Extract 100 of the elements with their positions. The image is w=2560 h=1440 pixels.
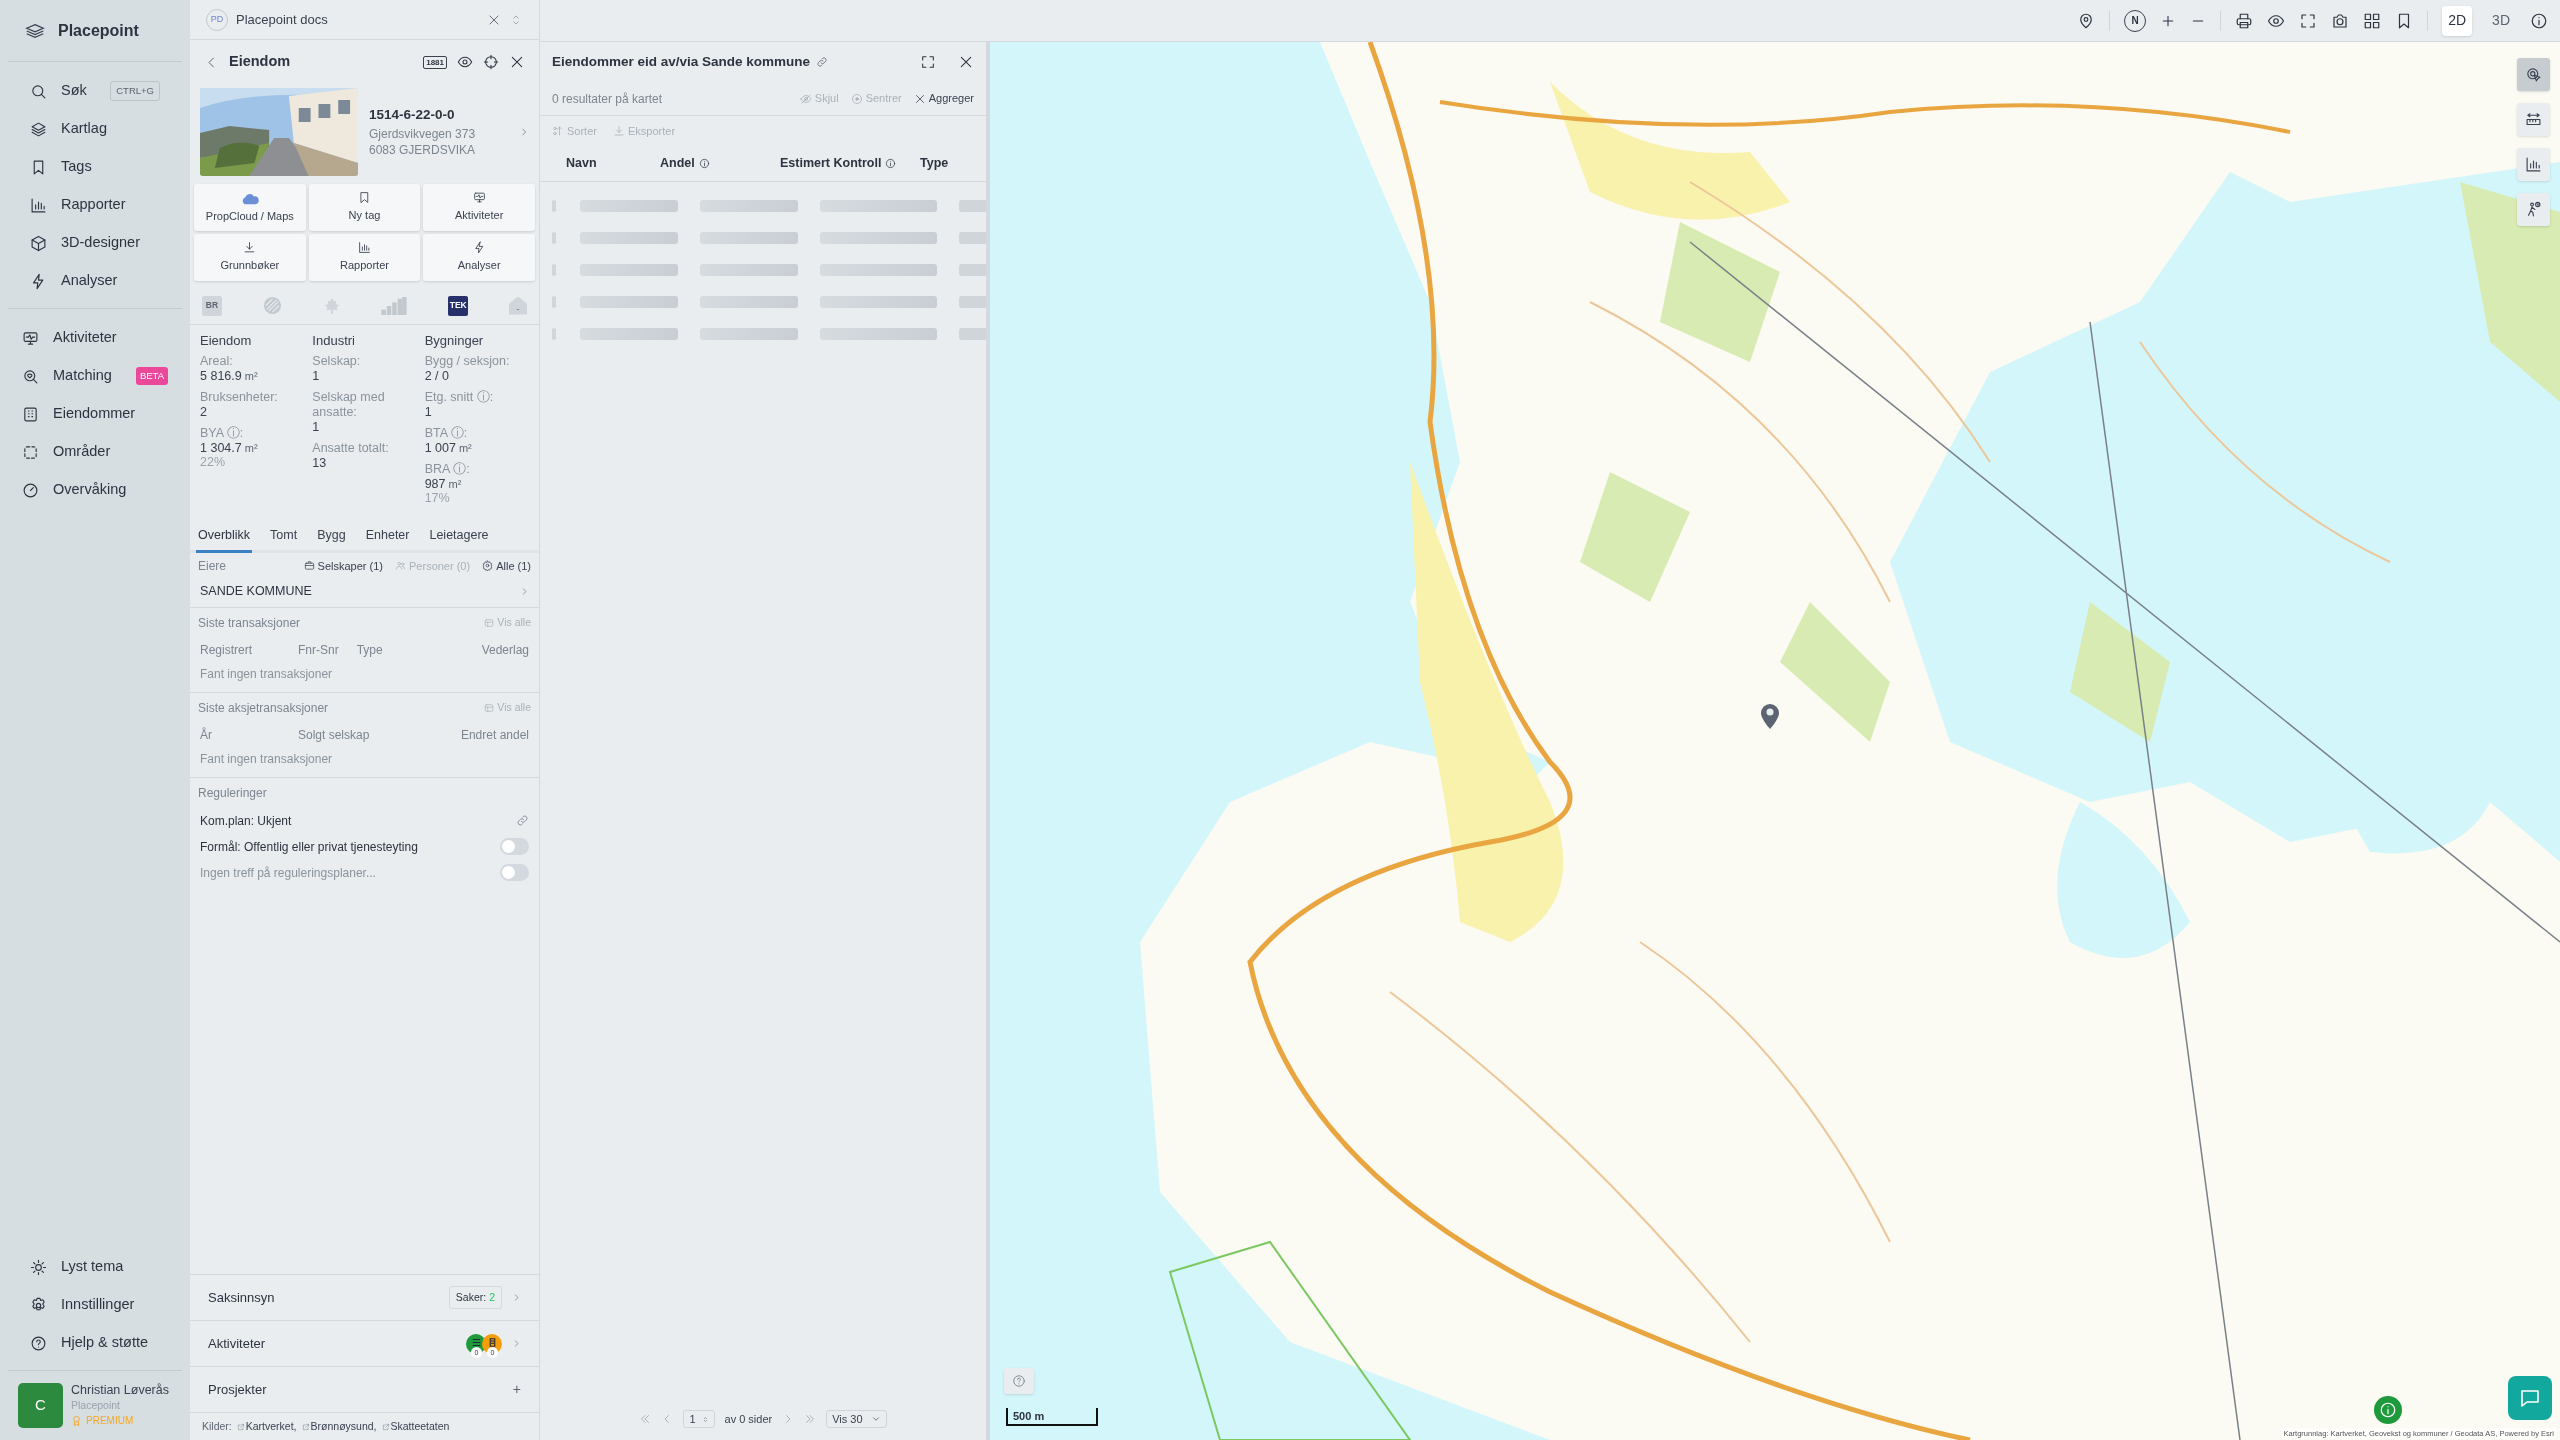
stat-value: 1 <box>424 405 432 420</box>
action-button[interactable]: Grunnbøker <box>194 234 306 281</box>
help-button[interactable] <box>1004 1368 1034 1394</box>
page-input[interactable]: 1 <box>683 1410 715 1428</box>
table-icon <box>484 702 495 713</box>
skeleton-bar <box>959 264 986 276</box>
close-icon[interactable] <box>487 12 501 27</box>
action-button[interactable]: Ny tag <box>308 184 421 231</box>
directory-badge[interactable]: 1881 <box>423 55 447 69</box>
address-line: 6083 GJERDSVIKA <box>369 141 477 158</box>
toolbar-button[interactable]: Aggreger <box>913 90 974 107</box>
sidebar-item[interactable]: Søk CTRL+G <box>8 72 182 110</box>
view-mode-tab[interactable]: 3D <box>2486 5 2516 36</box>
filter-button[interactable]: Alle (1) <box>482 557 531 574</box>
chevron-right-icon <box>520 587 529 597</box>
stat-heading: Eiendom <box>200 333 253 348</box>
fullscreen-icon[interactable] <box>920 54 936 70</box>
close-icon[interactable] <box>509 54 525 70</box>
download-icon <box>612 125 625 137</box>
link-icon[interactable] <box>516 814 529 828</box>
grid-icon[interactable] <box>2363 11 2382 30</box>
action-button[interactable]: Analyser <box>423 234 535 281</box>
map-tool-button[interactable] <box>2517 58 2550 91</box>
eye-icon[interactable] <box>457 54 473 70</box>
column-header[interactable]: Navn <box>540 154 660 173</box>
chevron-right-icon[interactable] <box>519 127 529 137</box>
shortcut-badge: CTRL+G <box>110 80 160 102</box>
sidebar-item[interactable]: Overvåking <box>0 471 190 509</box>
action-button[interactable]: PropCloud / Maps <box>194 184 306 231</box>
tab[interactable]: Bygg <box>315 524 348 553</box>
skeleton-bar <box>959 296 986 308</box>
fullscreen-icon[interactable] <box>2299 11 2318 30</box>
sidebar-item[interactable]: Innstillinger <box>8 1286 182 1324</box>
sidebar-item[interactable]: Analyser <box>8 262 182 300</box>
toggle-switch[interactable] <box>500 838 529 856</box>
map-marker-icon[interactable] <box>1760 702 1780 730</box>
info-icon <box>698 158 710 169</box>
owner-row[interactable]: SANDE KOMMUNE <box>196 578 533 605</box>
camera-icon[interactable] <box>2331 11 2350 30</box>
sidebar-item[interactable]: Eiendommer <box>0 395 190 433</box>
regulation-text: Ingen treff på reguleringsplaner... <box>200 864 376 882</box>
skeleton-bar <box>959 328 986 340</box>
sidebar-item[interactable]: 3D-designer <box>8 224 182 262</box>
source-link[interactable]: Kartverket, <box>236 1418 297 1435</box>
close-icon[interactable] <box>958 54 974 70</box>
sidebar-item[interactable]: Områder <box>0 433 190 471</box>
unit-label: m² <box>244 369 258 384</box>
page-size-select[interactable]: Vis 30 <box>826 1410 887 1428</box>
stepper-icon <box>701 1414 709 1424</box>
app-name: Placepoint <box>58 20 139 41</box>
column-header[interactable]: Andel <box>660 154 780 173</box>
building-icon <box>22 405 39 423</box>
last-page-icon[interactable] <box>804 1413 817 1425</box>
print-icon[interactable] <box>2235 11 2254 30</box>
close-icon <box>913 92 926 105</box>
map-tool-button[interactable] <box>2517 193 2550 226</box>
view-mode-tab[interactable]: 2D <box>2442 5 2473 36</box>
action-button[interactable]: Aktiviteter <box>423 184 535 231</box>
stat-label: Selskap med ansatte: <box>312 390 386 420</box>
add-icon[interactable]: + <box>512 1379 521 1400</box>
sidebar-item[interactable]: Matching BETA <box>0 357 190 395</box>
source-badge[interactable]: BR <box>202 295 222 316</box>
sidebar-item[interactable]: Tags <box>8 148 182 186</box>
map-tool-button[interactable] <box>2517 103 2550 136</box>
column-header[interactable]: Type <box>920 154 986 173</box>
briefcase-icon <box>303 560 315 572</box>
table-icon <box>484 617 495 628</box>
info-icon[interactable] <box>2530 11 2548 30</box>
sidebar-item[interactable]: Kartlag <box>8 110 182 148</box>
stat-value: 1 <box>312 369 320 384</box>
chat-button[interactable] <box>2508 1376 2552 1420</box>
crosshair-icon[interactable] <box>483 54 499 70</box>
source-badge[interactable]: TEK <box>448 295 469 316</box>
toggle-switch[interactable] <box>500 864 529 882</box>
action-button[interactable]: Rapporter <box>308 234 421 281</box>
tab[interactable]: Leietagere <box>427 524 491 553</box>
sidebar-item[interactable]: Aktiviteter <box>0 319 190 357</box>
stat-label: Bygg / seksjon: <box>424 354 511 369</box>
bar-chart-icon <box>2525 156 2542 173</box>
sidebar-item[interactable]: Rapporter <box>8 186 182 224</box>
source-link[interactable]: Skatteetaten <box>381 1418 450 1435</box>
gauge-icon <box>22 481 39 499</box>
sidebar-item[interactable]: Hjelp & støtte <box>8 1324 182 1362</box>
tab[interactable]: Overblikk <box>196 524 253 553</box>
link-icon[interactable] <box>816 56 829 68</box>
tab[interactable]: Tomt <box>268 524 300 553</box>
stat-value: 13 <box>312 456 327 471</box>
help-icon <box>1012 1374 1026 1388</box>
filter-button[interactable]: Selskaper (1) <box>303 557 383 574</box>
column-header[interactable]: Estimert Kontroll <box>780 154 920 173</box>
stat-label: BYA ⓘ: <box>200 426 245 441</box>
share-value: 22% <box>200 455 227 470</box>
stat-label: Bruksenheter: <box>200 390 279 405</box>
sidebar-item[interactable]: Lyst tema <box>8 1248 182 1286</box>
tab[interactable]: Enheter <box>363 524 412 553</box>
first-page-icon[interactable] <box>639 1413 652 1425</box>
external-link-icon <box>236 1422 245 1431</box>
map-tool-button[interactable] <box>2517 148 2550 181</box>
source-link[interactable]: Brønnøysund, <box>301 1418 377 1435</box>
unit-label: m² <box>244 441 258 456</box>
